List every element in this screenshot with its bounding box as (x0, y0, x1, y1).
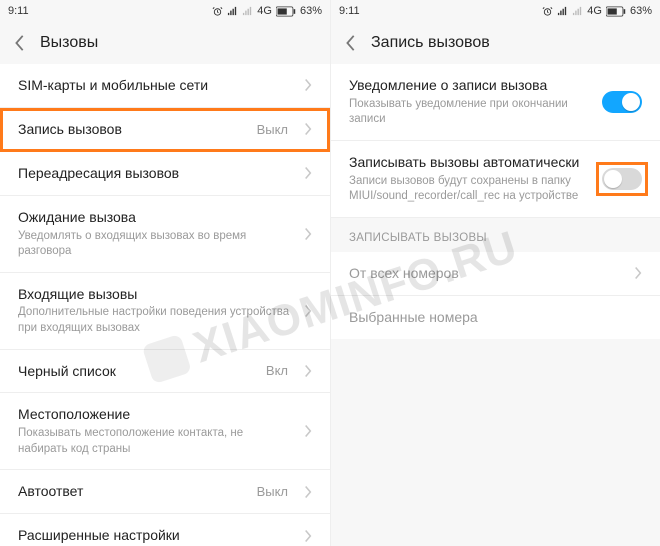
status-net: 4G (257, 5, 272, 17)
status-time: 9:11 (8, 5, 29, 17)
chevron-right-icon (304, 364, 312, 378)
screen-call-recording: 9:11 4G 63% Запись вызовов Уведомление о… (330, 0, 660, 546)
battery-icon (276, 6, 296, 17)
row-from-all-numbers[interactable]: От всех номеров (331, 252, 660, 296)
row-title: Расширенные настройки (18, 526, 294, 545)
row-title: От всех номеров (349, 264, 624, 283)
chevron-right-icon (304, 122, 312, 136)
row-title: Автоответ (18, 482, 247, 501)
signal2-icon (242, 6, 253, 17)
alarm-icon (542, 6, 553, 17)
status-right: 4G 63% (542, 5, 652, 17)
section-header-record: ЗАПИСЫВАТЬ ВЫЗОВЫ (331, 218, 660, 252)
row-subtitle: Записи вызовов будут сохранены в папку M… (349, 174, 592, 205)
settings-row[interactable]: Ожидание вызова Уведомлять о входящих выз… (0, 196, 330, 273)
page-title: Запись вызовов (371, 34, 490, 52)
settings-row[interactable]: Запись вызовов Выкл (0, 108, 330, 152)
toggle-record-notification[interactable] (602, 91, 642, 113)
row-title: SIM-карты и мобильные сети (18, 76, 294, 95)
settings-row[interactable]: SIM-карты и мобильные сети (0, 64, 330, 108)
row-subtitle: Показывать уведомление при окончании зап… (349, 97, 592, 128)
row-value: Выкл (257, 122, 288, 137)
chevron-left-icon (14, 34, 26, 52)
chevron-right-icon (304, 304, 312, 318)
settings-row[interactable]: Расширенные настройки (0, 514, 330, 546)
status-bar: 9:11 4G 63% (331, 0, 660, 22)
row-value: Выкл (257, 484, 288, 499)
row-subtitle: Показывать местоположение контакта, не н… (18, 426, 294, 457)
back-button[interactable] (345, 34, 357, 52)
row-title: Черный список (18, 362, 256, 381)
row-selected-numbers[interactable]: Выбранные номера (331, 296, 660, 339)
signal-icon (227, 6, 238, 17)
row-auto-record[interactable]: Записывать вызовы автоматически Записи в… (331, 141, 660, 218)
chevron-right-icon (304, 485, 312, 499)
chevron-right-icon (304, 78, 312, 92)
row-title: Переадресация вызовов (18, 164, 294, 183)
row-title: Выбранные номера (349, 308, 642, 327)
status-right: 4G 63% (212, 5, 322, 17)
status-battery: 63% (630, 5, 652, 17)
header: Вызовы (0, 22, 330, 64)
alarm-icon (212, 6, 223, 17)
row-value: Вкл (266, 363, 288, 378)
row-record-notification[interactable]: Уведомление о записи вызова Показывать у… (331, 64, 660, 141)
settings-row[interactable]: Черный список Вкл (0, 350, 330, 394)
chevron-right-icon (634, 266, 642, 280)
row-title: Местоположение (18, 405, 294, 424)
chevron-right-icon (304, 424, 312, 438)
status-bar: 9:11 4G 63% (0, 0, 330, 22)
status-time: 9:11 (339, 5, 360, 17)
signal2-icon (572, 6, 583, 17)
chevron-right-icon (304, 227, 312, 241)
signal-icon (557, 6, 568, 17)
settings-row[interactable]: Автоответ Выкл (0, 470, 330, 514)
back-button[interactable] (14, 34, 26, 52)
page-title: Вызовы (40, 34, 98, 52)
settings-row[interactable]: Входящие вызовыДополнительные настройки … (0, 273, 330, 350)
toggle-auto-record[interactable] (602, 168, 642, 190)
chevron-right-icon (304, 529, 312, 543)
status-battery: 63% (300, 5, 322, 17)
row-subtitle: Уведомлять о входящих вызовах во время р… (18, 229, 294, 260)
row-title: Записывать вызовы автоматически (349, 153, 592, 172)
row-title: Ожидание вызова (18, 208, 294, 227)
header: Запись вызовов (331, 22, 660, 64)
settings-row[interactable]: Местоположение Показывать местоположение … (0, 393, 330, 470)
chevron-right-icon (304, 166, 312, 180)
row-title: Запись вызовов (18, 120, 247, 139)
status-net: 4G (587, 5, 602, 17)
screen-calls: 9:11 4G 63% Вызовы SIM-карты и мобильные… (0, 0, 330, 546)
settings-row[interactable]: Переадресация вызовов (0, 152, 330, 196)
chevron-left-icon (345, 34, 357, 52)
row-subtitle: Дополнительные настройки поведения устро… (18, 305, 294, 336)
battery-icon (606, 6, 626, 17)
row-title: Входящие вызовы (18, 285, 294, 304)
row-title: Уведомление о записи вызова (349, 76, 592, 95)
